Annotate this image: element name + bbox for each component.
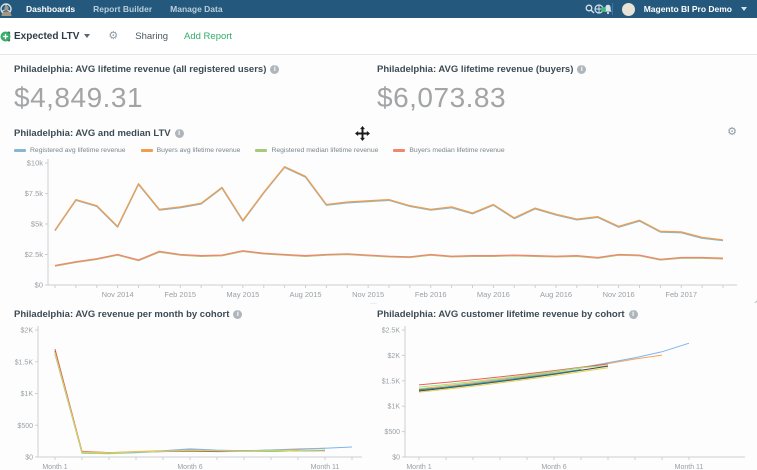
svg-text:Nov 2015: Nov 2015 xyxy=(352,290,384,299)
dashboard-name: Expected LTV xyxy=(14,31,79,42)
nav-item-dashboards[interactable]: Dashboards xyxy=(17,0,84,18)
svg-text:$2K: $2K xyxy=(388,353,401,360)
svg-text:$2K: $2K xyxy=(21,328,34,335)
info-icon[interactable]: i xyxy=(270,65,279,74)
svg-text:Feb 2016: Feb 2016 xyxy=(415,290,447,299)
nav-item-manage-data[interactable]: Manage Data xyxy=(161,0,231,18)
widget-avg-median-ltv: Philadelphia: AVG and median LTV i ⚙ Reg… xyxy=(0,120,757,303)
dashboard-caret-icon xyxy=(84,34,90,38)
svg-text:$500: $500 xyxy=(17,423,33,430)
legend-label: Buyers avg lifetime revenue xyxy=(157,147,241,154)
svg-text:Month 1: Month 1 xyxy=(406,464,431,470)
widget-settings-gear-icon[interactable]: ⚙ xyxy=(727,127,737,138)
legend-swatch xyxy=(141,149,153,152)
legend-item-registered-avg[interactable]: Registered avg lifetime revenue xyxy=(14,147,126,154)
svg-text:Nov 2014: Nov 2014 xyxy=(102,290,134,299)
svg-text:$1K: $1K xyxy=(21,391,34,398)
metrics-row: Philadelphia: AVG lifetime revenue (all … xyxy=(0,56,757,120)
add-plus-icon xyxy=(0,31,11,42)
svg-text:Feb 2017: Feb 2017 xyxy=(665,290,697,299)
top-navigation-bar: Dashboards Report Builder Manage Data xyxy=(0,0,757,18)
svg-text:$0: $0 xyxy=(25,455,33,462)
legend-swatch xyxy=(255,149,267,152)
revenue-per-month-chart[interactable]: $2K $1.5K $1K $500 $0 Month 1 Month 6 Month 11 xyxy=(0,322,370,470)
metric-card-registered-ltv: Philadelphia: AVG lifetime revenue (all … xyxy=(14,64,279,114)
svg-text:Month 11: Month 11 xyxy=(311,464,340,470)
svg-text:$2.5k: $2.5k xyxy=(25,250,44,259)
lifetime-revenue-by-cohort-chart[interactable]: $2.5K $2K $1.5K $1K $500 $0 Month 1 Month 6 Mont… xyxy=(377,322,757,470)
svg-text:Month 6: Month 6 xyxy=(177,464,202,470)
info-icon[interactable]: i xyxy=(233,310,242,319)
svg-text:Aug 2016: Aug 2016 xyxy=(540,290,572,299)
sharing-label: Sharing xyxy=(135,31,168,42)
legend-label: Registered median lifetime revenue xyxy=(271,147,378,154)
metric-value: $4,849.31 xyxy=(14,82,279,114)
legend-item-buyers-avg[interactable]: Buyers avg lifetime revenue xyxy=(141,147,241,154)
svg-text:May 2016: May 2016 xyxy=(477,290,510,299)
metric-card-buyers-ltv: Philadelphia: AVG lifetime revenue (buye… xyxy=(377,64,586,114)
ltv-line-chart[interactable]: $10k $7.5k $5k $2.5k $0 Nov 2014 Feb 2015 May 2… xyxy=(0,155,757,303)
sharing-button[interactable]: Sharing xyxy=(135,31,168,42)
widget-lifetime-revenue-by-cohort: Philadelphia: AVG customer lifetime reve… xyxy=(377,303,757,470)
svg-text:Month 6: Month 6 xyxy=(541,464,566,470)
metric-value: $6,073.83 xyxy=(377,82,586,114)
legend-swatch xyxy=(393,149,405,152)
account-menu[interactable]: Magento BI Pro Demo xyxy=(644,4,732,14)
svg-text:$1.5K: $1.5K xyxy=(15,359,34,366)
add-report-button[interactable]: Add Report xyxy=(184,31,232,42)
legend-item-buyers-median[interactable]: Buyers median lifetime revenue xyxy=(393,147,504,154)
legend-swatch xyxy=(14,149,26,152)
svg-text:Month 1: Month 1 xyxy=(42,464,67,470)
notification-dot xyxy=(601,7,606,12)
user-avatar[interactable] xyxy=(622,3,635,16)
chart-title: Philadelphia: AVG revenue per month by c… xyxy=(14,309,229,320)
svg-text:$1.5K: $1.5K xyxy=(382,378,401,385)
legend-label: Registered avg lifetime revenue xyxy=(30,147,126,154)
chart-title: Philadelphia: AVG customer lifetime reve… xyxy=(377,309,625,320)
add-report-label: Add Report xyxy=(184,31,232,42)
dashboard-selector[interactable]: Expected LTV xyxy=(14,31,90,42)
metric-title: Philadelphia: AVG lifetime revenue (buye… xyxy=(377,64,573,75)
svg-text:Aug 2015: Aug 2015 xyxy=(289,290,321,299)
info-icon[interactable]: i xyxy=(577,65,586,74)
legend-item-registered-median[interactable]: Registered median lifetime revenue xyxy=(255,147,378,154)
legend-label: Buyers median lifetime revenue xyxy=(409,147,504,154)
svg-text:Feb 2015: Feb 2015 xyxy=(164,290,196,299)
info-icon[interactable]: i xyxy=(175,129,184,138)
dashboard-toolbar: Expected LTV ⚙ Sharing Add Report xyxy=(0,18,757,55)
dashboard-settings-gear-icon[interactable]: ⚙ xyxy=(108,31,118,42)
svg-text:$1K: $1K xyxy=(388,404,401,411)
chart-title: Philadelphia: AVG and median LTV xyxy=(14,128,171,139)
svg-text:$7.5k: $7.5k xyxy=(25,189,44,198)
svg-text:$500: $500 xyxy=(384,429,400,436)
svg-text:May 2015: May 2015 xyxy=(226,290,259,299)
svg-text:$0: $0 xyxy=(35,281,43,290)
svg-text:$2.5K: $2.5K xyxy=(382,328,401,335)
svg-text:$0: $0 xyxy=(392,455,400,462)
info-icon[interactable]: i xyxy=(629,310,638,319)
metric-title: Philadelphia: AVG lifetime revenue (all … xyxy=(14,64,266,75)
topnav-right-group: Magento BI Pro Demo xyxy=(585,3,757,16)
svg-text:$5k: $5k xyxy=(31,220,43,229)
svg-text:Month 11: Month 11 xyxy=(675,464,704,470)
svg-text:$10k: $10k xyxy=(27,159,44,168)
widget-avg-revenue-per-month: Philadelphia: AVG revenue per month by c… xyxy=(0,303,370,470)
nav-item-report-builder[interactable]: Report Builder xyxy=(84,0,161,18)
chart-legend: Registered avg lifetime revenue Buyers a… xyxy=(14,147,505,154)
svg-text:Nov 2016: Nov 2016 xyxy=(603,290,635,299)
account-caret-icon[interactable] xyxy=(741,7,747,11)
